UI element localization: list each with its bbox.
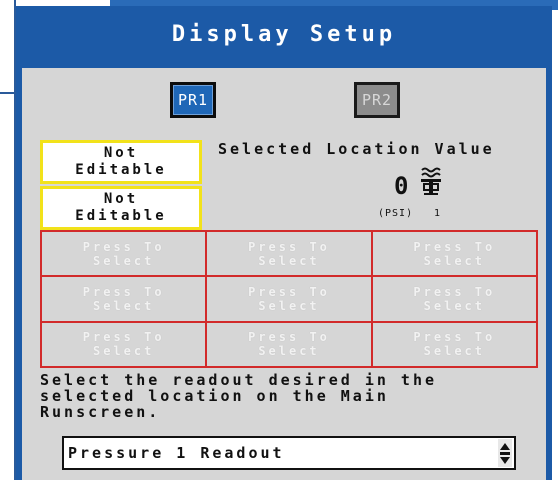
background-left-panel (0, 0, 16, 480)
grid-cell[interactable]: Press To Select (206, 276, 372, 322)
grid-cell[interactable]: Press To Select (371, 276, 537, 322)
not-editable-line2: Editable (75, 208, 167, 224)
cell-line1: Press To (248, 239, 330, 254)
instruction-line3: Runscreen. (40, 403, 161, 421)
not-editable-box-2: Not Editable (40, 186, 202, 230)
grid-cell[interactable]: Press To Select (371, 321, 537, 367)
not-editable-line1: Not (103, 145, 139, 161)
cell-line1: Press To (82, 330, 165, 345)
cell-line1: Press To (248, 284, 330, 299)
not-editable-line1: Not (103, 191, 139, 207)
instruction-line1: Select the readout desired in the (40, 371, 438, 389)
cell-line2: Select (92, 253, 155, 268)
spinner-down-icon[interactable] (500, 456, 510, 464)
content-area: PR1 PR2 Not Editable Not Editable Select… (22, 68, 546, 480)
cell-line2: Select (423, 253, 485, 268)
location-index: 1 (434, 208, 441, 219)
grid-cell[interactable]: Press To Select (41, 276, 207, 322)
readout-select-value: Pressure 1 Readout (68, 444, 285, 462)
display-setup-window: Display Setup PR1 PR2 Not Editable Not E… (16, 6, 552, 480)
selected-location-label: Selected Location Value (218, 140, 495, 158)
cell-line2: Select (258, 344, 320, 359)
instruction-text: Select the readout desired in the select… (40, 372, 540, 420)
cell-line2: Select (92, 298, 155, 313)
location-grid: Press To Select Press To Select Press To Se… (40, 230, 538, 368)
cell-line1: Press To (248, 330, 330, 345)
cell-line2: Select (423, 298, 485, 313)
cell-line1: Press To (413, 330, 496, 345)
cell-line2: Select (92, 344, 155, 359)
grid-cell[interactable]: Press To Select (41, 231, 207, 277)
grid-cell[interactable]: Press To Select (206, 231, 372, 277)
instruction-line2: selected location on the Main (40, 387, 389, 405)
pressure-gauge-icon (421, 167, 441, 195)
grid-cell[interactable]: Press To Select (41, 321, 207, 367)
pr1-button[interactable]: PR1 (170, 82, 216, 118)
pr2-button[interactable]: PR2 (354, 82, 400, 118)
spinner-up-icon[interactable] (500, 442, 510, 450)
unit-label: (PSI) (378, 208, 414, 219)
cell-line1: Press To (82, 284, 165, 299)
grid-cell[interactable]: Press To Select (371, 231, 537, 277)
not-editable-line2: Editable (75, 162, 167, 178)
window-title: Display Setup (171, 21, 397, 47)
cell-line1: Press To (82, 239, 165, 254)
cell-line2: Select (258, 298, 320, 313)
background-divider (0, 92, 14, 94)
spinner-control[interactable] (498, 439, 512, 467)
selected-location-value: 0 (394, 172, 409, 200)
readout-select[interactable]: Pressure 1 Readout (62, 436, 516, 470)
cell-line2: Select (258, 253, 320, 268)
not-editable-box-1: Not Editable (40, 140, 202, 184)
cell-line2: Select (423, 344, 485, 359)
spinner-bar-icon (500, 451, 510, 455)
grid-cell[interactable]: Press To Select (206, 321, 372, 367)
cell-line1: Press To (413, 284, 496, 299)
cell-line1: Press To (413, 239, 496, 254)
